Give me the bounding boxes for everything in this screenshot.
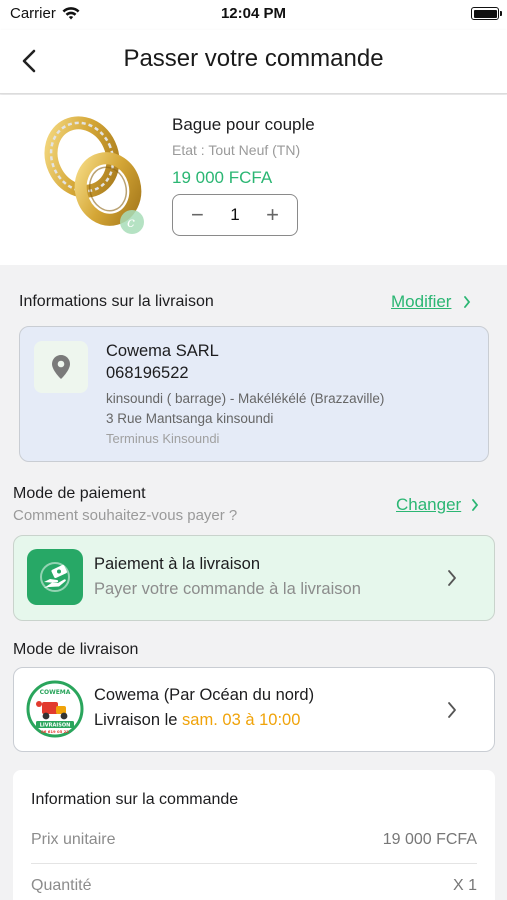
row-value: X 1 (452, 877, 477, 894)
change-payment-link[interactable]: Changer (396, 495, 461, 515)
product-image[interactable]: c (30, 105, 155, 240)
chevron-right-icon (448, 702, 456, 718)
product-name: Bague pour couple (172, 115, 315, 134)
delivery-schedule: Livraison le sam. 03 à 10:00 (94, 711, 300, 730)
row-label: Quantité (31, 877, 92, 894)
svg-text:06 619 05 22: 06 619 05 22 (41, 729, 69, 734)
delivery-date: sam. 03 à 10:00 (182, 711, 301, 729)
payment-title: Mode de paiement (13, 485, 146, 502)
product-condition: Etat : Tout Neuf (TN) (172, 142, 301, 158)
recipient-name: Cowema SARL (106, 342, 219, 360)
hand-cash-icon (40, 562, 70, 592)
decrement-button[interactable]: − (191, 204, 204, 226)
delivery-carrier-name: Cowema (Par Océan du nord) (94, 686, 315, 704)
order-row: Prix unitaire 19 000 FCFA (31, 818, 477, 864)
address-line-1: kinsoundi ( barrage) - Makélékélé (Brazz… (106, 391, 385, 406)
edit-address-link[interactable]: Modifier (391, 292, 451, 312)
quantity-value: 1 (230, 205, 240, 224)
delivery-mode-title: Mode de livraison (13, 641, 139, 658)
status-bar: Carrier 12:04 PM (0, 0, 507, 30)
svg-text:c: c (127, 215, 135, 231)
product-card: c Bague pour couple Etat : Tout Neuf (TN… (0, 95, 507, 265)
address-card[interactable]: Cowema SARL 068196522 kinsoundi ( barrag… (19, 326, 489, 462)
svg-text:COWEMA: COWEMA (40, 689, 71, 696)
payment-method-title: Paiement à la livraison (94, 555, 260, 573)
chevron-right-icon (464, 296, 471, 308)
payment-question: Comment souhaitez-vous payer ? (13, 507, 238, 524)
svg-text:LIVRAISON: LIVRAISON (40, 723, 71, 729)
page-title: Passer votre commande (123, 45, 384, 72)
delivery-mode-card[interactable]: COWEMA LIVRAISON 06 619 05 22 Cowema (Pa… (13, 667, 495, 752)
chevron-right-icon (472, 499, 479, 511)
row-value: 19 000 FCFA (382, 831, 477, 848)
order-summary-title: Information sur la commande (31, 791, 239, 808)
quantity-stepper: − 1 + (172, 194, 298, 236)
payment-method-card[interactable]: Paiement à la livraison Payer votre comm… (13, 535, 495, 621)
location-pin-icon (52, 355, 70, 379)
cash-on-delivery-icon-container (27, 549, 83, 605)
order-row: Quantité X 1 (31, 864, 477, 900)
row-label: Prix unitaire (31, 831, 116, 848)
recipient-phone: 068196522 (106, 364, 189, 382)
delivery-prefix: Livraison le (94, 711, 183, 729)
order-summary-card: Information sur la commande Prix unitair… (13, 770, 495, 900)
navigation-bar: Passer votre commande (0, 30, 507, 94)
product-price: 19 000 FCFA (172, 168, 273, 187)
payment-method-subtitle: Payer votre commande à la livraison (94, 580, 361, 598)
battery-icon (471, 7, 502, 20)
increment-button[interactable]: + (266, 204, 279, 226)
delivery-info-title: Informations sur la livraison (19, 293, 214, 310)
address-line-2: 3 Rue Mantsanga kinsoundi (106, 411, 274, 426)
chevron-right-icon (448, 570, 456, 586)
cowema-delivery-logo: COWEMA LIVRAISON 06 619 05 22 (26, 680, 84, 738)
location-pin-container (34, 341, 88, 393)
clock: 12:04 PM (220, 5, 287, 22)
address-landmark: Terminus Kinsoundi (106, 431, 220, 446)
